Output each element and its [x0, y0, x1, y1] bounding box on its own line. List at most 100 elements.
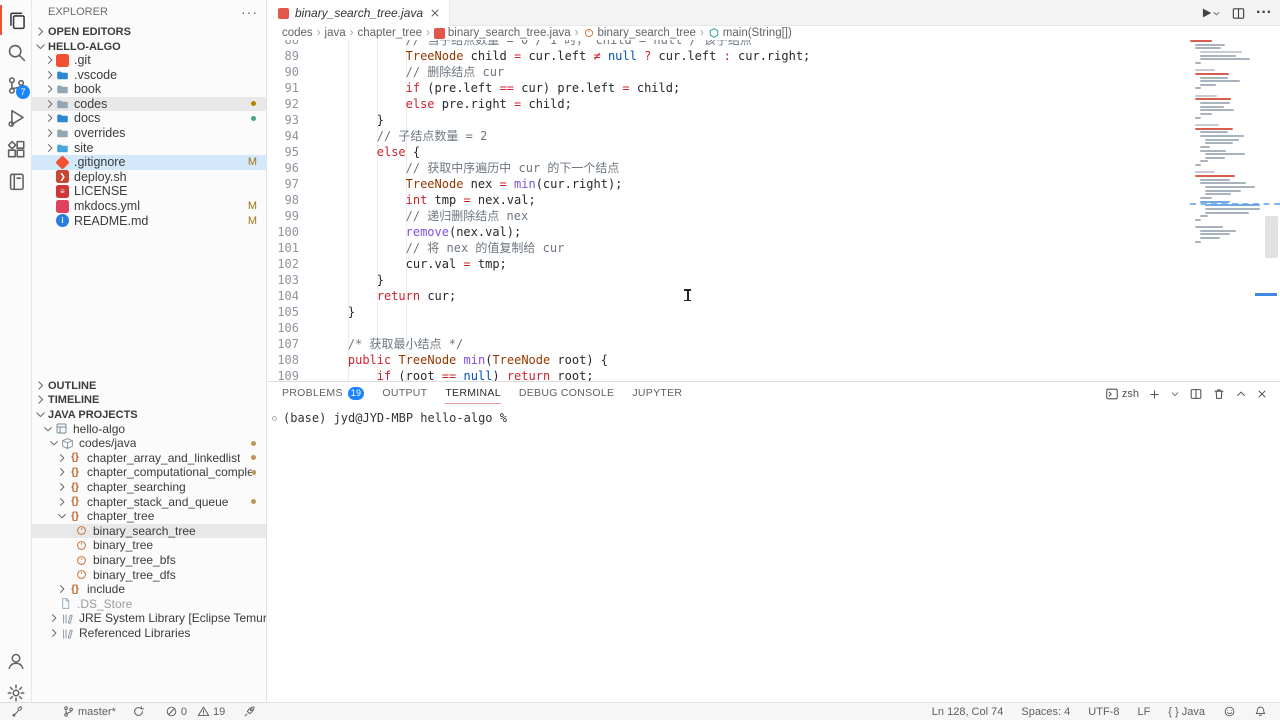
- activity-extensions[interactable]: [0, 134, 32, 164]
- java-tree--ds-store[interactable]: .DS_Store: [32, 597, 266, 612]
- panel-tab-debug-console[interactable]: DEBUG CONSOLE: [519, 382, 615, 404]
- panel-tab-output[interactable]: OUTPUT: [382, 382, 427, 404]
- code-line-95: 95else {: [268, 144, 810, 160]
- file-row-book[interactable]: book: [32, 82, 266, 97]
- status-eol[interactable]: LF: [1132, 706, 1155, 718]
- braces-icon: {}: [71, 467, 79, 478]
- java-tree-include[interactable]: {}include: [32, 582, 266, 597]
- braces-icon: {}: [71, 511, 79, 522]
- file-row-deploy-sh[interactable]: ❯deploy.sh: [32, 170, 266, 185]
- java-tree-chapter-searching[interactable]: {}chapter_searching: [32, 480, 266, 495]
- more-actions-icon[interactable]: ···: [241, 4, 258, 20]
- java-tree-chapter-tree[interactable]: {}chapter_tree: [32, 509, 266, 524]
- status-warnings[interactable]: 19: [192, 705, 230, 718]
- status-notifications[interactable]: [1249, 705, 1272, 718]
- close-panel-icon[interactable]: [1256, 388, 1268, 400]
- breadcrumb-item[interactable]: java: [325, 27, 346, 39]
- status-cursor-position[interactable]: Ln 128, Col 74: [927, 706, 1009, 718]
- java-tree-binary-tree[interactable]: binary_tree: [32, 538, 266, 553]
- bottom-panel: PROBLEMS19 OUTPUT TERMINAL DEBUG CONSOLE JUP…: [268, 381, 1280, 702]
- breadcrumb-item[interactable]: binary_search_tree.java: [434, 27, 571, 39]
- activity-explorer[interactable]: [0, 5, 32, 35]
- shell-selector[interactable]: zsh: [1105, 387, 1139, 401]
- overview-cursor-mark: [1255, 293, 1277, 296]
- file-row-license[interactable]: ≡LICENSE: [32, 184, 266, 199]
- scrollbar-thumb[interactable]: [1265, 216, 1278, 258]
- breadcrumb-item[interactable]: binary_search_tree: [583, 27, 696, 39]
- more-actions-icon[interactable]: ···: [1256, 4, 1272, 22]
- java-tree-binary-search-tree[interactable]: binary_search_tree: [32, 524, 266, 539]
- chevron-right-icon: [44, 127, 56, 139]
- java-tree-jre-system-library-eclipse-temurin-17-17-[interactable]: JRE System Library [Eclipse Temurin 17 […: [32, 611, 266, 626]
- maximize-panel-icon[interactable]: [1235, 388, 1247, 400]
- chevron-right-icon: [34, 25, 48, 39]
- status-language-mode[interactable]: { } Java: [1163, 706, 1210, 718]
- terminal-prompt: (base) jyd@JYD-MBP hello-algo %: [283, 411, 507, 425]
- breadcrumb-item[interactable]: codes: [282, 27, 313, 39]
- java-tree-binary-tree-dfs[interactable]: binary_tree_dfs: [32, 567, 266, 582]
- status-git-branch[interactable]: master*: [57, 705, 121, 718]
- new-terminal-button[interactable]: [1148, 388, 1161, 401]
- java-projects-header[interactable]: JAVA PROJECTS: [32, 407, 266, 422]
- close-icon[interactable]: [429, 7, 441, 19]
- split-editor-icon[interactable]: [1231, 6, 1246, 21]
- file-row-codes[interactable]: codes: [32, 97, 266, 112]
- token: return: [377, 289, 420, 303]
- file-row-site[interactable]: site: [32, 140, 266, 155]
- workspace-root-header[interactable]: HELLO-ALGO: [32, 39, 266, 54]
- outline-header[interactable]: OUTLINE: [32, 378, 266, 393]
- activity-notebook[interactable]: [0, 166, 32, 196]
- kill-terminal-icon[interactable]: [1212, 387, 1226, 401]
- java-tree-chapter-computational-complexity[interactable]: {}chapter_computational_complexity: [32, 465, 266, 480]
- line-number: 102: [268, 256, 312, 272]
- breadcrumb-label: chapter_tree: [357, 27, 422, 39]
- file-row--vscode[interactable]: .vscode: [32, 67, 266, 82]
- status-indentation[interactable]: Spaces: 4: [1016, 706, 1075, 718]
- activity-account[interactable]: [0, 646, 32, 676]
- tab-binary-search-tree[interactable]: binary_search_tree.java: [268, 0, 450, 26]
- java-tree-chapter-array-and-linkedlist[interactable]: {}chapter_array_and_linkedlist: [32, 451, 266, 466]
- breadcrumb-item[interactable]: chapter_tree: [357, 27, 422, 39]
- minimap-line: [1200, 109, 1234, 111]
- java-tree-codes-java[interactable]: codes/java: [32, 436, 266, 451]
- java-tree-referenced-libraries[interactable]: Referenced Libraries: [32, 626, 266, 641]
- token: cur.val: [406, 257, 464, 271]
- file-row-docs[interactable]: docs: [32, 111, 266, 126]
- status-sync[interactable]: [127, 705, 150, 718]
- activity-run-debug[interactable]: [0, 102, 32, 132]
- terminal-dropdown-icon[interactable]: [1170, 389, 1180, 399]
- file-row--git[interactable]: .git: [32, 53, 266, 68]
- modified-badge: M: [248, 200, 257, 212]
- status-feedback[interactable]: [1218, 705, 1241, 718]
- open-editors-header[interactable]: OPEN EDITORS: [32, 24, 266, 39]
- code-line-103: 103}: [268, 272, 810, 288]
- activity-search[interactable]: [0, 37, 32, 67]
- run-java-button[interactable]: [1199, 6, 1221, 20]
- terminal[interactable]: (base) jyd@JYD-MBP hello-algo %: [272, 411, 507, 425]
- java-tree-binary-tree-bfs[interactable]: binary_tree_bfs: [32, 553, 266, 568]
- line-number: 94: [268, 128, 312, 144]
- minimap[interactable]: [1190, 40, 1262, 381]
- minimap-line: [1200, 230, 1236, 232]
- file-row-readme-md[interactable]: iREADME.mdM: [32, 213, 266, 228]
- panel-tab-problems[interactable]: PROBLEMS19: [282, 382, 364, 404]
- token: =: [500, 177, 507, 191]
- file-row--gitignore[interactable]: .gitignoreM: [32, 155, 266, 170]
- timeline-header[interactable]: TIMELINE: [32, 393, 266, 408]
- file-row-mkdocs-yml[interactable]: mkdocs.ymlM: [32, 199, 266, 214]
- code-editor[interactable]: 88// 当子结点数量 = 0 / 1 时， child = null / 该子…: [268, 40, 1280, 381]
- line-number: 109: [268, 368, 312, 381]
- panel-tab-terminal[interactable]: TERMINAL: [445, 382, 501, 404]
- status-errors[interactable]: 0: [160, 705, 192, 718]
- java-tree-hello-algo[interactable]: hello-algo: [32, 421, 266, 436]
- status-encoding[interactable]: UTF-8: [1083, 706, 1124, 718]
- split-terminal-icon[interactable]: [1189, 387, 1203, 401]
- status-remote-tools[interactable]: [6, 705, 29, 718]
- panel-tab-jupyter[interactable]: JUPYTER: [632, 382, 682, 404]
- activity-source-control[interactable]: 7: [0, 70, 32, 100]
- code-line-101: 101// 将 nex 的值复制给 cur: [268, 240, 810, 256]
- breadcrumb-item[interactable]: main(String[]): [708, 27, 792, 39]
- status-java-status[interactable]: [238, 705, 261, 718]
- java-tree-chapter-stack-and-queue[interactable]: {}chapter_stack_and_queue: [32, 494, 266, 509]
- file-row-overrides[interactable]: overrides: [32, 126, 266, 141]
